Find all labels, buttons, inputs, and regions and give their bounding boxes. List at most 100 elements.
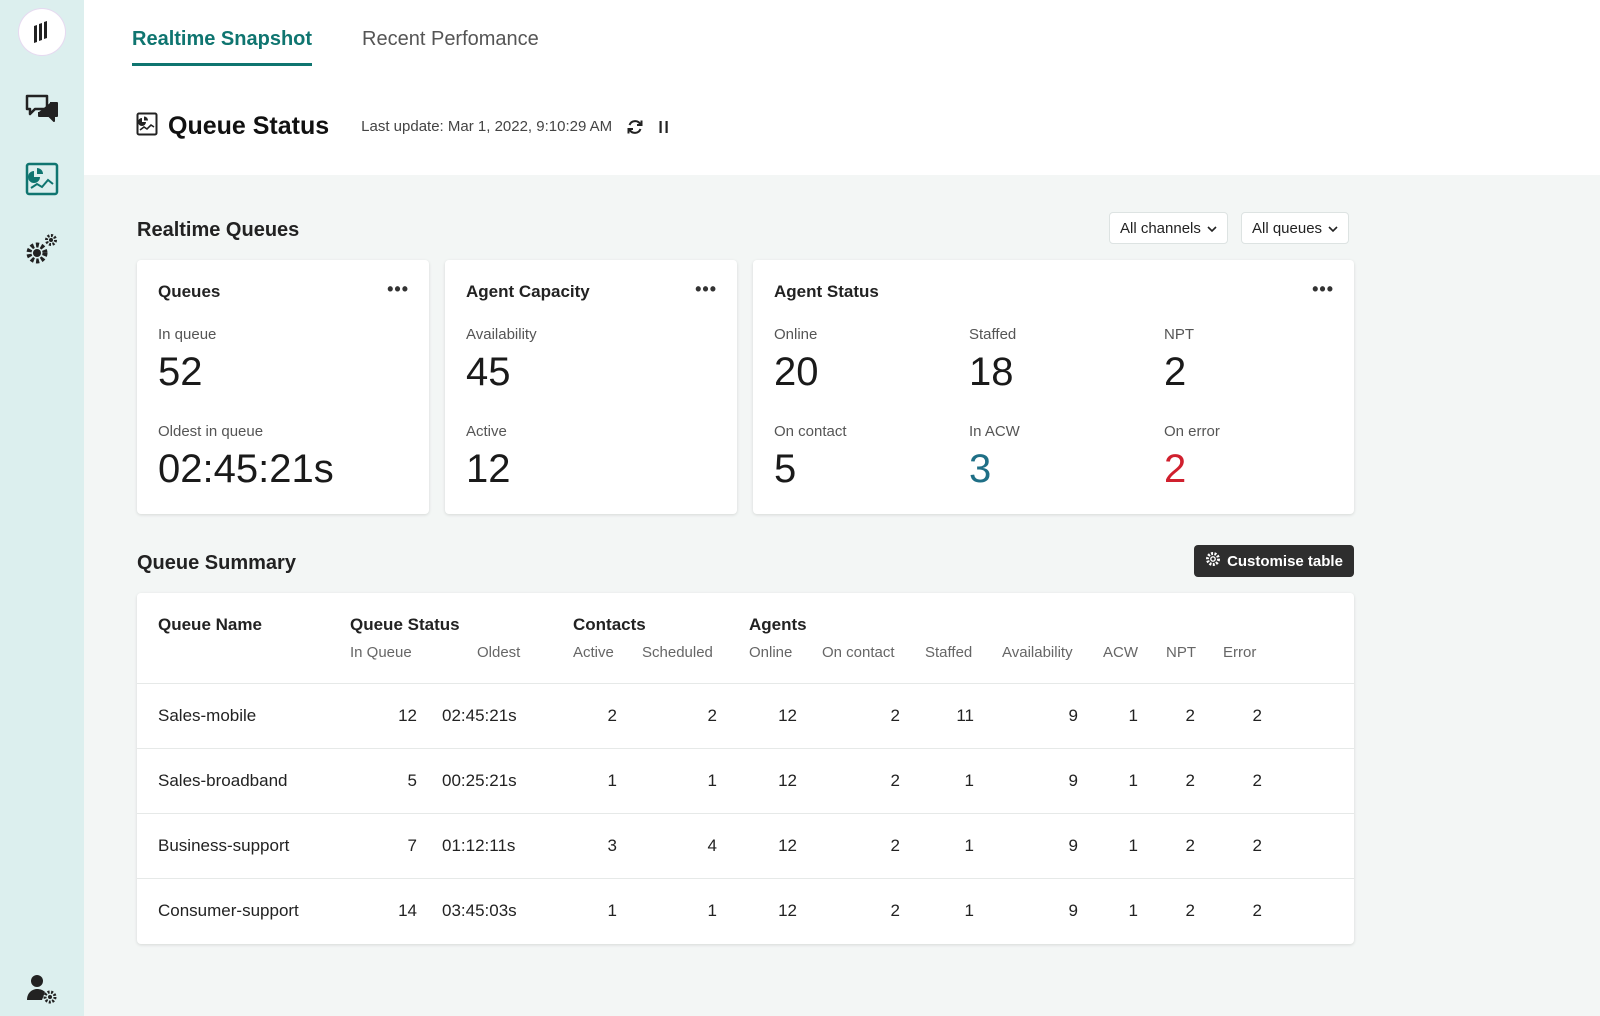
logo-icon[interactable] — [19, 9, 65, 55]
cell-active: 3 — [607, 836, 617, 855]
header-availability[interactable]: Availability — [1002, 644, 1073, 661]
chat-icon[interactable] — [21, 88, 63, 130]
user-settings-icon[interactable] — [21, 968, 63, 1010]
cell-availability: 9 — [1068, 706, 1078, 725]
cell-in-queue: 12 — [398, 706, 417, 725]
cell-error: 2 — [1252, 771, 1262, 790]
refresh-icon[interactable] — [626, 118, 644, 136]
header-queue-name[interactable]: Queue Name — [158, 615, 262, 635]
metric-value: 45 — [466, 350, 511, 394]
metric-in-queue: In queue 52 — [158, 326, 216, 395]
header-staffed[interactable]: Staffed — [925, 644, 972, 661]
cell-error: 2 — [1252, 706, 1262, 725]
metric-value: 12 — [466, 447, 511, 491]
metric-in-acw: In ACW 3 — [969, 423, 1020, 492]
cell-oldest: 01:12:11s — [442, 836, 516, 855]
page-title: Queue Status — [168, 112, 330, 140]
more-options-icon[interactable]: ••• — [695, 280, 717, 298]
header-npt[interactable]: NPT — [1166, 644, 1196, 661]
header-contacts: Contacts — [573, 615, 646, 634]
metric-staffed: Staffed 18 — [969, 326, 1016, 395]
metric-label: In queue — [158, 326, 217, 343]
agent-status-card: Agent Status ••• Online 20 Staffed 18 NP… — [753, 260, 1354, 514]
table-row[interactable]: Consumer-support 14 03:45:03s 1 1 12 2 1… — [137, 878, 1354, 943]
metric-label: Oldest in queue — [158, 423, 264, 440]
queue-status-icon — [136, 112, 158, 141]
metric-value: 52 — [158, 350, 203, 394]
cell-error: 2 — [1252, 901, 1262, 920]
metric-label: On contact — [774, 423, 847, 440]
table-row[interactable]: Sales-mobile 12 02:45:21s 2 2 12 2 11 9 … — [137, 683, 1354, 748]
dashboard-icon[interactable] — [21, 158, 63, 200]
queues-dropdown-label: All queues — [1252, 219, 1323, 237]
agent-capacity-card-title: Agent Capacity — [466, 282, 590, 301]
cell-npt: 2 — [1185, 836, 1195, 855]
metric-label: On error — [1164, 423, 1220, 440]
cell-acw: 1 — [1128, 836, 1138, 855]
queue-summary-table: Queue Name Queue Status Contacts Agents … — [137, 593, 1354, 944]
settings-icon[interactable] — [21, 228, 63, 270]
chevron-down-icon — [1207, 220, 1217, 237]
header-online[interactable]: Online — [749, 644, 792, 661]
cell-queue-name: Sales-broadband — [158, 771, 288, 790]
table-row[interactable]: Business-support 7 01:12:11s 3 4 12 2 1 … — [137, 813, 1354, 878]
cell-online: 12 — [778, 901, 797, 920]
header-in-queue[interactable]: In Queue — [350, 644, 412, 661]
cell-on-contact: 2 — [890, 836, 900, 855]
cell-oldest: 02:45:21s — [442, 706, 517, 725]
cell-in-queue: 14 — [398, 901, 417, 920]
page-header: Realtime Snapshot Recent Perfomance Queu… — [84, 0, 1600, 175]
table-row[interactable]: Sales-broadband 5 00:25:21s 1 1 12 2 1 9… — [137, 748, 1354, 813]
queues-dropdown[interactable]: All queues — [1241, 212, 1350, 244]
cell-online: 12 — [778, 836, 797, 855]
header-active[interactable]: Active — [573, 644, 614, 661]
metric-label: Availability — [466, 326, 537, 343]
cell-in-queue: 7 — [407, 836, 417, 855]
cell-active: 1 — [607, 901, 617, 920]
sidebar — [0, 0, 84, 1016]
customise-table-button[interactable]: Customise table — [1194, 545, 1354, 577]
agent-status-card-title: Agent Status — [774, 282, 879, 301]
cell-staffed: 1 — [964, 836, 974, 855]
channels-dropdown-label: All channels — [1120, 219, 1201, 237]
metric-label: In ACW — [969, 423, 1020, 440]
cell-staffed: 1 — [964, 771, 974, 790]
metric-oldest-in-queue: Oldest in queue 02:45:21s — [158, 423, 334, 492]
cell-availability: 9 — [1068, 901, 1078, 920]
page-title-row: Queue Status Last update: Mar 1, 2022, 9… — [136, 112, 670, 141]
cell-on-contact: 2 — [890, 706, 900, 725]
cell-on-contact: 2 — [890, 901, 900, 920]
cell-oldest: 00:25:21s — [442, 771, 517, 790]
metric-label: Active — [466, 423, 507, 440]
pause-icon[interactable] — [658, 119, 670, 135]
tab-realtime-snapshot[interactable]: Realtime Snapshot — [132, 28, 313, 66]
cell-scheduled: 1 — [707, 901, 717, 920]
header-scheduled[interactable]: Scheduled — [642, 644, 713, 661]
cell-staffed: 1 — [964, 901, 974, 920]
more-options-icon[interactable]: ••• — [1312, 280, 1334, 298]
cell-npt: 2 — [1185, 901, 1195, 920]
header-agents: Agents — [749, 615, 807, 634]
gear-icon — [1205, 551, 1221, 571]
header-acw[interactable]: ACW — [1103, 644, 1138, 661]
chevron-down-icon — [1328, 220, 1338, 237]
queue-summary-title: Queue Summary — [137, 552, 296, 574]
metric-label: Online — [774, 326, 818, 343]
tab-recent-performance[interactable]: Recent Perfomance — [362, 28, 539, 66]
cell-online: 12 — [778, 706, 797, 725]
channels-dropdown[interactable]: All channels — [1109, 212, 1228, 244]
cell-npt: 2 — [1185, 706, 1195, 725]
cell-active: 2 — [607, 706, 617, 725]
cell-acw: 1 — [1128, 706, 1138, 725]
cell-scheduled: 2 — [707, 706, 717, 725]
metric-value: 20 — [774, 350, 819, 394]
metric-active: Active 12 — [466, 423, 511, 492]
metric-label: Staffed — [969, 326, 1017, 343]
header-oldest[interactable]: Oldest — [477, 644, 520, 661]
header-error[interactable]: Error — [1223, 644, 1256, 661]
metric-label: NPT — [1164, 326, 1194, 343]
cell-in-queue: 5 — [407, 771, 417, 790]
more-options-icon[interactable]: ••• — [387, 280, 409, 298]
cell-error: 2 — [1252, 836, 1262, 855]
header-on-contact[interactable]: On contact — [822, 644, 895, 661]
